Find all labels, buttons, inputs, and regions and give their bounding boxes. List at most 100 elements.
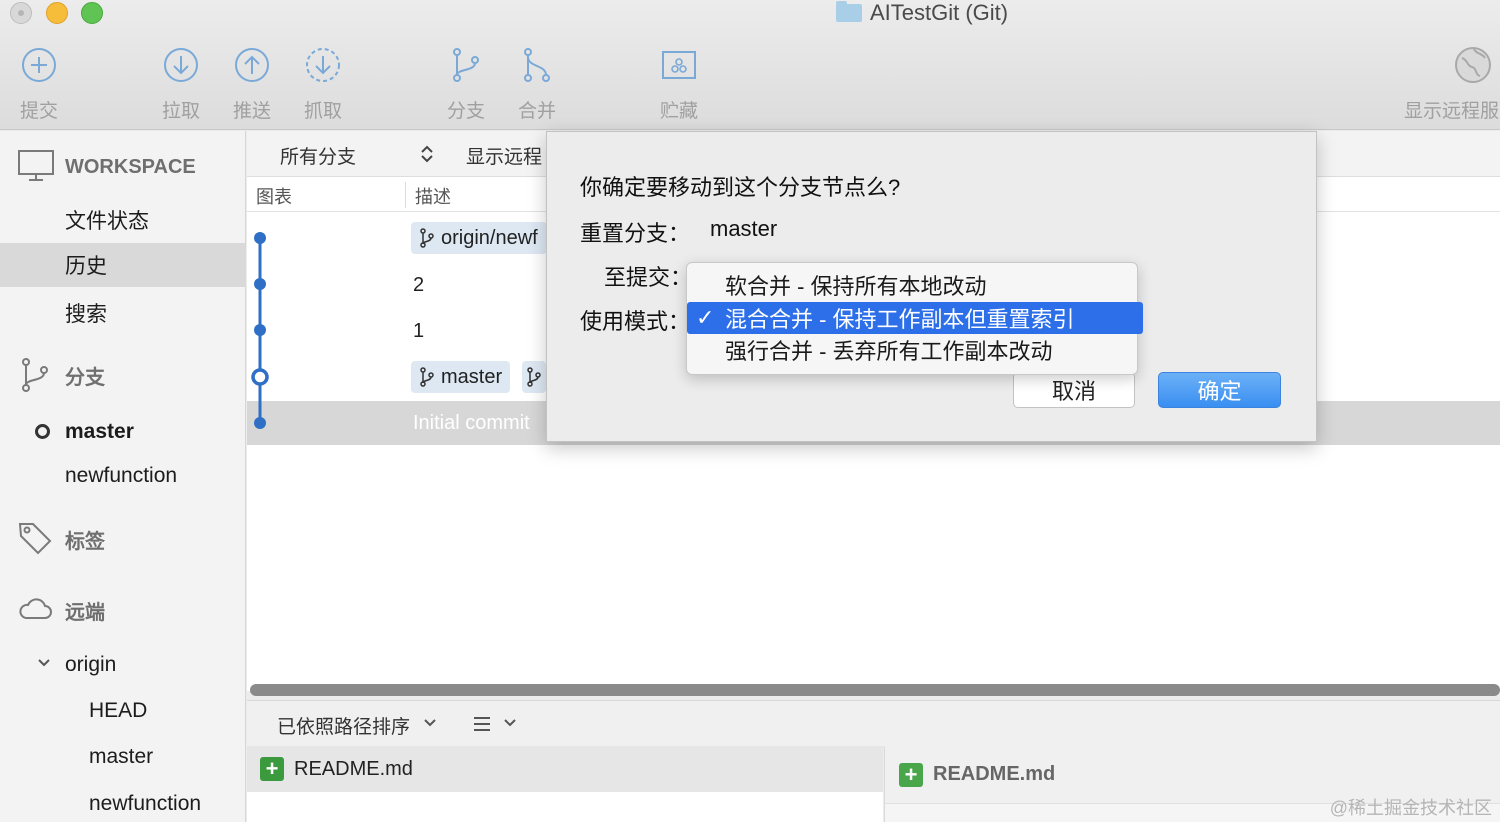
download-circle-icon (164, 48, 198, 82)
branch-master-label: master (65, 420, 134, 443)
commit-graph (251, 232, 269, 429)
sidebar-item-search[interactable]: 搜索 (0, 291, 246, 335)
sidebar-remotes-header[interactable]: 远端 (0, 588, 246, 632)
added-file-icon: + (899, 762, 923, 787)
remote-master-label: master (89, 745, 154, 768)
branches-label: 分支 (65, 366, 105, 389)
branch-icon (420, 228, 434, 248)
current-branch-icon (35, 424, 50, 439)
sidebar-item-history[interactable]: 历史 (0, 243, 246, 287)
zoom-window-button[interactable] (81, 2, 103, 24)
sidebar-remote-head[interactable]: HEAD (0, 689, 246, 733)
sidebar-branch-newfunction[interactable]: newfunction (0, 454, 246, 498)
file-status-label: 文件状态 (65, 210, 149, 233)
checkmark-icon: ✓ (696, 305, 715, 330)
column-description[interactable]: 描述 (415, 183, 451, 209)
branch-tag: origin/newf (411, 222, 547, 254)
horizontal-scrollbar[interactable] (250, 684, 1500, 696)
graph-node[interactable] (254, 278, 266, 290)
chevron-down-icon[interactable] (423, 718, 437, 728)
sidebar-remote-origin[interactable]: origin (0, 643, 246, 687)
file-list-toolbar: 已依照路径排序 (247, 700, 1500, 746)
branch-newfunction-label: newfunction (65, 464, 178, 487)
sort-select[interactable]: 已依照路径排序 (277, 712, 410, 739)
graph-node[interactable] (254, 417, 266, 429)
workspace-label: WORKSPACE (65, 155, 196, 178)
file-name: README.md (294, 757, 413, 780)
cancel-button[interactable]: 取消 (1013, 372, 1135, 408)
branch-icon (420, 367, 434, 387)
ok-button[interactable]: 确定 (1158, 372, 1281, 408)
diff-file-name: README.md (933, 763, 1056, 785)
stash-label: 贮藏 (659, 101, 698, 122)
minimize-window-button[interactable] (46, 2, 68, 24)
commit-message: 1 (413, 320, 425, 342)
branch-label: 分支 (446, 101, 485, 122)
fetch-label: 抓取 (303, 101, 342, 122)
sidebar-workspace-header: WORKSPACE (0, 145, 246, 189)
show-remote-label: 显示远程服 (1404, 101, 1500, 122)
window-title-text: AITestGit (Git) (870, 0, 1009, 25)
sidebar: WORKSPACE 文件状态 历史 搜索 分支 master newfuncti… (0, 131, 246, 822)
graph-node-head[interactable] (251, 368, 269, 386)
sidebar-branches-header[interactable]: 分支 (0, 353, 246, 397)
added-file-icon: + (260, 757, 284, 781)
updown-chevron-icon[interactable] (420, 144, 434, 164)
graph-node[interactable] (254, 324, 266, 336)
sidebar-branch-master[interactable]: master (0, 410, 246, 454)
window-title: AITestGit (Git) (836, 0, 1008, 26)
pull-button[interactable]: 拉取 (146, 44, 216, 128)
watermark: @稀土掘金技术社区 (1329, 798, 1492, 818)
chevron-down-icon[interactable] (37, 658, 51, 668)
sidebar-remote-newfunction[interactable]: newfunction (0, 782, 246, 822)
tag-icon (18, 523, 52, 555)
sidebar-remote-master[interactable]: master (0, 735, 246, 779)
reset-branch-label: 重置分支： (580, 221, 691, 246)
remote-origin-label: origin (65, 653, 117, 676)
monitor-icon (18, 150, 54, 181)
branch-icon (22, 358, 48, 392)
toolbar: AITestGit (Git) 提交 拉取 推送 抓取 分支 合并 贮藏 显示远… (0, 0, 1500, 130)
mode-option-label: 混合合并 - 保持工作副本但重置索引 (725, 307, 1075, 332)
fetch-circle-icon (306, 48, 340, 82)
merge-label: 合并 (517, 101, 556, 122)
chevron-down-icon[interactable] (503, 718, 517, 728)
stash-icon (662, 51, 696, 79)
mode-option-mixed[interactable]: ✓ 混合合并 - 保持工作副本但重置索引 (687, 302, 1143, 334)
push-button[interactable]: 推送 (217, 44, 287, 128)
file-item[interactable]: + README.md (247, 746, 883, 792)
close-window-button[interactable] (10, 2, 32, 24)
mode-option-label: 强行合并 - 丢弃所有工作副本改动 (725, 339, 1053, 364)
stash-button[interactable]: 贮藏 (644, 44, 714, 128)
push-label: 推送 (232, 101, 271, 122)
plus-circle-icon (22, 48, 56, 82)
fetch-button[interactable]: 抓取 (288, 44, 358, 128)
branch-tag-label: origin/newf (441, 226, 538, 249)
sidebar-tags-header[interactable]: 标签 (0, 517, 246, 561)
branch-filter-select[interactable]: 所有分支 (280, 142, 356, 169)
history-label: 历史 (65, 255, 107, 278)
mode-option-soft[interactable]: 软合并 - 保持所有本地改动 (687, 269, 1137, 301)
commit-message: Initial commit (413, 412, 530, 434)
show-remote-filter[interactable]: 显示远程 (466, 142, 542, 169)
branch-button[interactable]: 分支 (431, 44, 501, 128)
remote-newfunction-label: newfunction (89, 792, 202, 815)
dialog-question: 你确定要移动到这个分支节点么? (580, 175, 901, 200)
remote-head-label: HEAD (89, 699, 148, 722)
remotes-label: 远端 (65, 601, 105, 624)
cloud-icon (19, 598, 52, 619)
commit-label: 提交 (19, 101, 58, 122)
list-view-icon[interactable] (472, 715, 492, 733)
tags-label: 标签 (65, 530, 105, 553)
graph-node[interactable] (254, 232, 266, 244)
branch-icon (527, 367, 541, 387)
commit-button[interactable]: 提交 (4, 44, 74, 128)
show-remote-button[interactable]: 显示远程服 (1400, 44, 1500, 128)
branch-tag (522, 361, 546, 393)
mode-option-hard[interactable]: 强行合并 - 丢弃所有工作副本改动 (687, 334, 1137, 366)
column-divider[interactable] (405, 182, 406, 208)
mode-label: 使用模式： (580, 309, 691, 334)
sidebar-item-file-status[interactable]: 文件状态 (0, 198, 246, 242)
mode-dropdown-menu: 软合并 - 保持所有本地改动 ✓ 混合合并 - 保持工作副本但重置索引 强行合并… (686, 262, 1143, 375)
merge-button[interactable]: 合并 (502, 44, 572, 128)
